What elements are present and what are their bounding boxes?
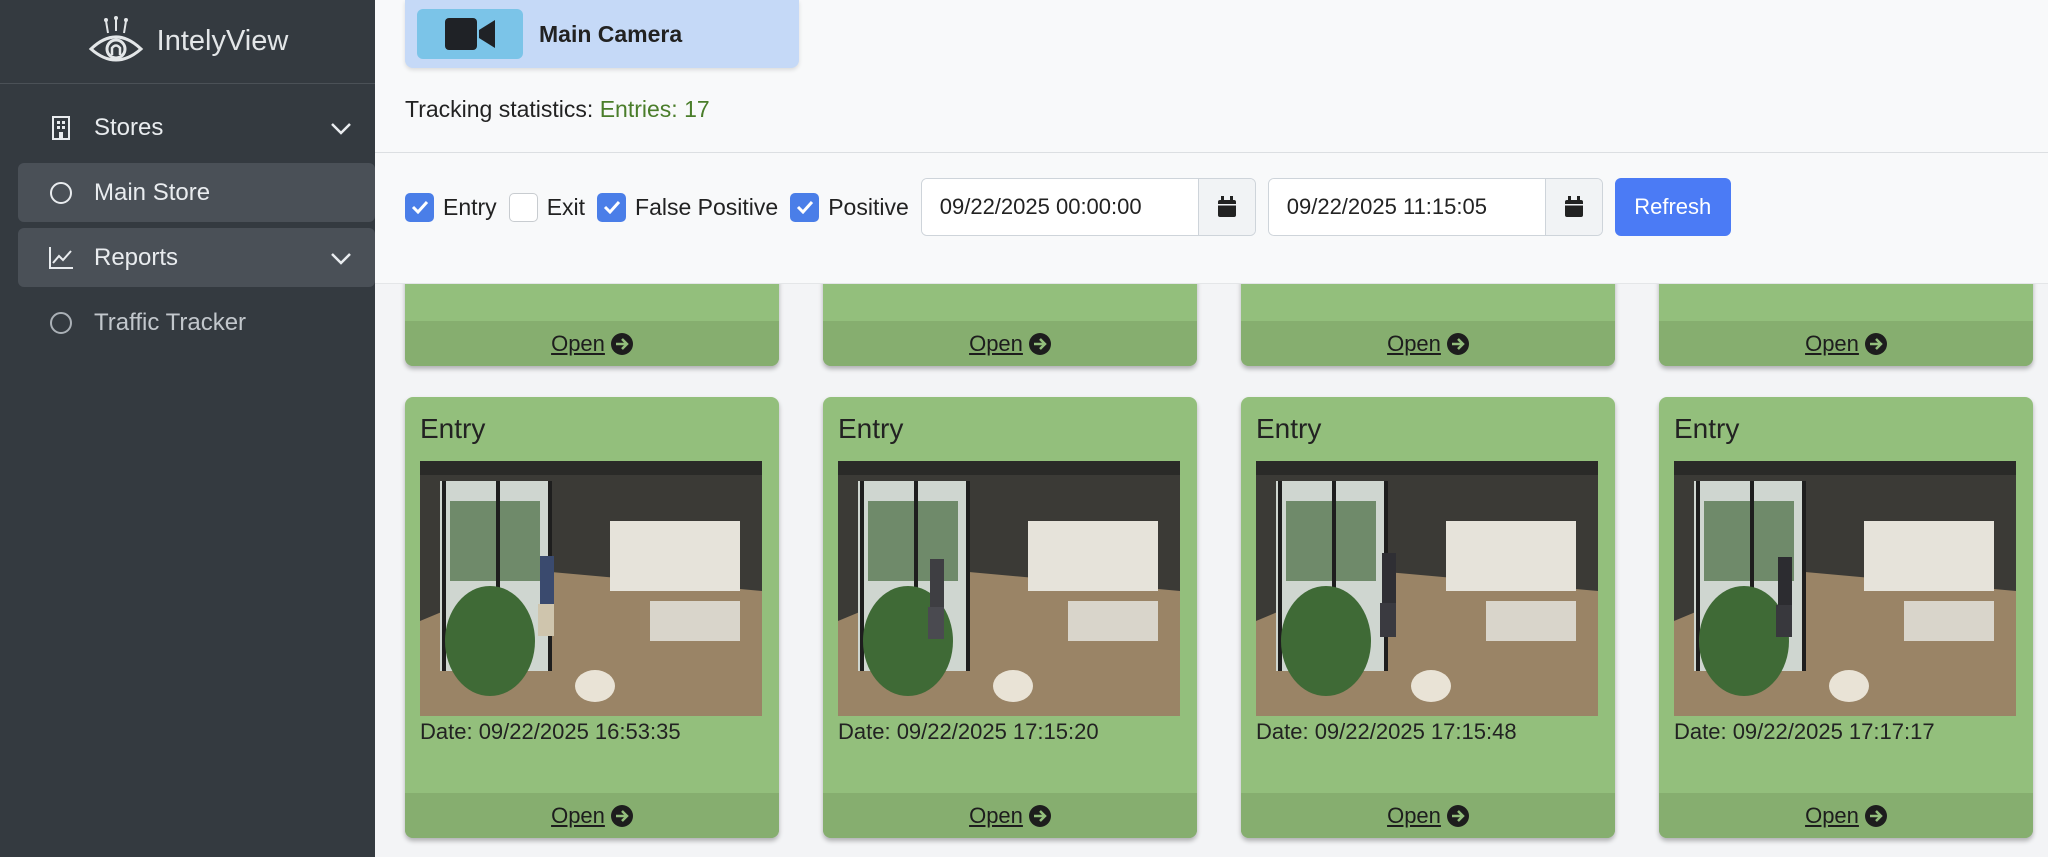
- sidebar-item-stores[interactable]: Stores: [18, 98, 375, 157]
- calendar-icon[interactable]: [1197, 179, 1255, 235]
- checkbox-checked-icon[interactable]: [405, 192, 434, 222]
- open-link[interactable]: Open: [1805, 803, 1887, 829]
- card-footer: Open: [823, 793, 1197, 838]
- open-link[interactable]: Open: [969, 803, 1051, 829]
- checkbox-checked-icon[interactable]: [597, 192, 627, 222]
- sidebar-item-label: Reports: [94, 243, 179, 271]
- arrow-right-circle-icon: [1446, 332, 1469, 355]
- chevron-down-icon: [331, 123, 351, 135]
- stats-prefix: Tracking statistics:: [405, 96, 594, 122]
- filter-bar: Entry Exit False Positive Positive 09/22…: [405, 178, 1731, 236]
- arrow-right-circle-icon: [1028, 332, 1051, 355]
- card-date: Date: 09/22/2025 17:15:20: [838, 719, 1099, 744]
- card-footer: Open: [1241, 793, 1615, 838]
- building-icon: [48, 115, 74, 141]
- card-footer: Open: [405, 793, 779, 838]
- camera-snapshot[interactable]: [1256, 461, 1598, 716]
- card-footer: Open: [405, 321, 779, 366]
- checkbox-label: False Positive: [635, 193, 779, 220]
- arrow-right-circle-icon: [610, 804, 633, 827]
- card-date: Date: 09/22/2025 17:17:17: [1674, 719, 1935, 744]
- tracking-statistics: Tracking statistics: Entries: 17: [405, 96, 710, 123]
- checkbox-label: Exit: [546, 193, 586, 220]
- end-date-picker: [1267, 178, 1603, 236]
- sidebar-item-traffic-tracker[interactable]: Traffic Tracker: [18, 293, 375, 352]
- chart-line-icon: [48, 245, 74, 271]
- divider: [375, 152, 2048, 153]
- positive-checkbox[interactable]: Positive: [790, 192, 909, 222]
- video-camera-icon: [417, 9, 523, 59]
- open-link[interactable]: Open: [1805, 331, 1887, 357]
- sidebar: IntelyView Stores Main Store Reports Tra…: [0, 0, 375, 857]
- arrow-right-circle-icon: [1864, 804, 1887, 827]
- camera-snapshot[interactable]: [1674, 461, 2016, 716]
- sidebar-item-label: Stores: [94, 113, 164, 141]
- card-title: Entry: [1674, 413, 1740, 444]
- brand-name: IntelyView: [156, 25, 289, 57]
- card-footer: Open: [1659, 793, 2033, 838]
- calendar-icon[interactable]: [1544, 179, 1602, 235]
- open-link[interactable]: Open: [1387, 331, 1469, 357]
- circle-icon: [50, 181, 72, 204]
- open-link[interactable]: Open: [969, 331, 1051, 357]
- sidebar-item-label: Traffic Tracker: [94, 308, 247, 336]
- circle-icon: [50, 311, 72, 334]
- open-link[interactable]: Open: [551, 331, 633, 357]
- checkbox-label: Entry: [443, 193, 497, 220]
- camera-snapshot[interactable]: [838, 461, 1180, 716]
- arrow-right-circle-icon: [610, 332, 633, 355]
- end-date-input[interactable]: [1268, 179, 1545, 235]
- card-title: Entry: [838, 413, 904, 444]
- brand[interactable]: IntelyView: [0, 0, 375, 84]
- camera-snapshot[interactable]: [420, 461, 762, 716]
- start-date-picker: [920, 178, 1256, 236]
- checkbox-label: Positive: [828, 193, 909, 220]
- chevron-down-icon: [331, 253, 351, 265]
- event-card: Entry Date: 09/22/2025 16:53:35 Open: [405, 397, 779, 838]
- card-title: Entry: [420, 413, 486, 444]
- event-card: Entry Date: 09/22/2025 17:15:48 Open: [1241, 397, 1615, 838]
- entries-count: Entries: 17: [599, 96, 710, 122]
- sidebar-nav: Stores Main Store Reports Traffic Tracke…: [0, 84, 375, 352]
- card-date: Date: 09/22/2025 16:53:35: [420, 719, 681, 744]
- card-date: Date: 09/22/2025 17:15:48: [1256, 719, 1517, 744]
- checkbox-checked-icon[interactable]: [790, 192, 820, 222]
- exit-checkbox[interactable]: Exit: [508, 192, 586, 222]
- card-footer: Open: [1241, 321, 1615, 366]
- event-card: Entry Date: 09/22/2025 17:17:17 Open: [1659, 397, 2033, 838]
- false-positive-checkbox[interactable]: False Positive: [597, 192, 779, 222]
- camera-tab[interactable]: Main Camera: [405, 0, 799, 68]
- arrow-right-circle-icon: [1864, 332, 1887, 355]
- arrow-right-circle-icon: [1028, 804, 1051, 827]
- entry-checkbox[interactable]: Entry: [405, 192, 497, 222]
- open-link[interactable]: Open: [551, 803, 633, 829]
- card-footer: Open: [1659, 321, 2033, 366]
- card-title: Entry: [1256, 413, 1322, 444]
- eye-logo-icon: [88, 15, 143, 61]
- sidebar-item-label: Main Store: [94, 178, 211, 206]
- refresh-button[interactable]: Refresh: [1614, 178, 1731, 236]
- filter-header: Main Camera Tracking statistics: Entries…: [375, 0, 2048, 284]
- camera-label: Main Camera: [539, 20, 683, 47]
- arrow-right-circle-icon: [1446, 804, 1469, 827]
- checkbox-unchecked-icon[interactable]: [508, 192, 538, 222]
- sidebar-item-main-store[interactable]: Main Store: [18, 163, 375, 222]
- event-card: Entry Date: 09/22/2025 17:15:20 Open: [823, 397, 1197, 838]
- main-content: Main Camera Tracking statistics: Entries…: [375, 0, 2048, 857]
- open-link[interactable]: Open: [1387, 803, 1469, 829]
- sidebar-item-reports[interactable]: Reports: [18, 228, 375, 287]
- card-footer: Open: [823, 321, 1197, 366]
- start-date-input[interactable]: [921, 179, 1198, 235]
